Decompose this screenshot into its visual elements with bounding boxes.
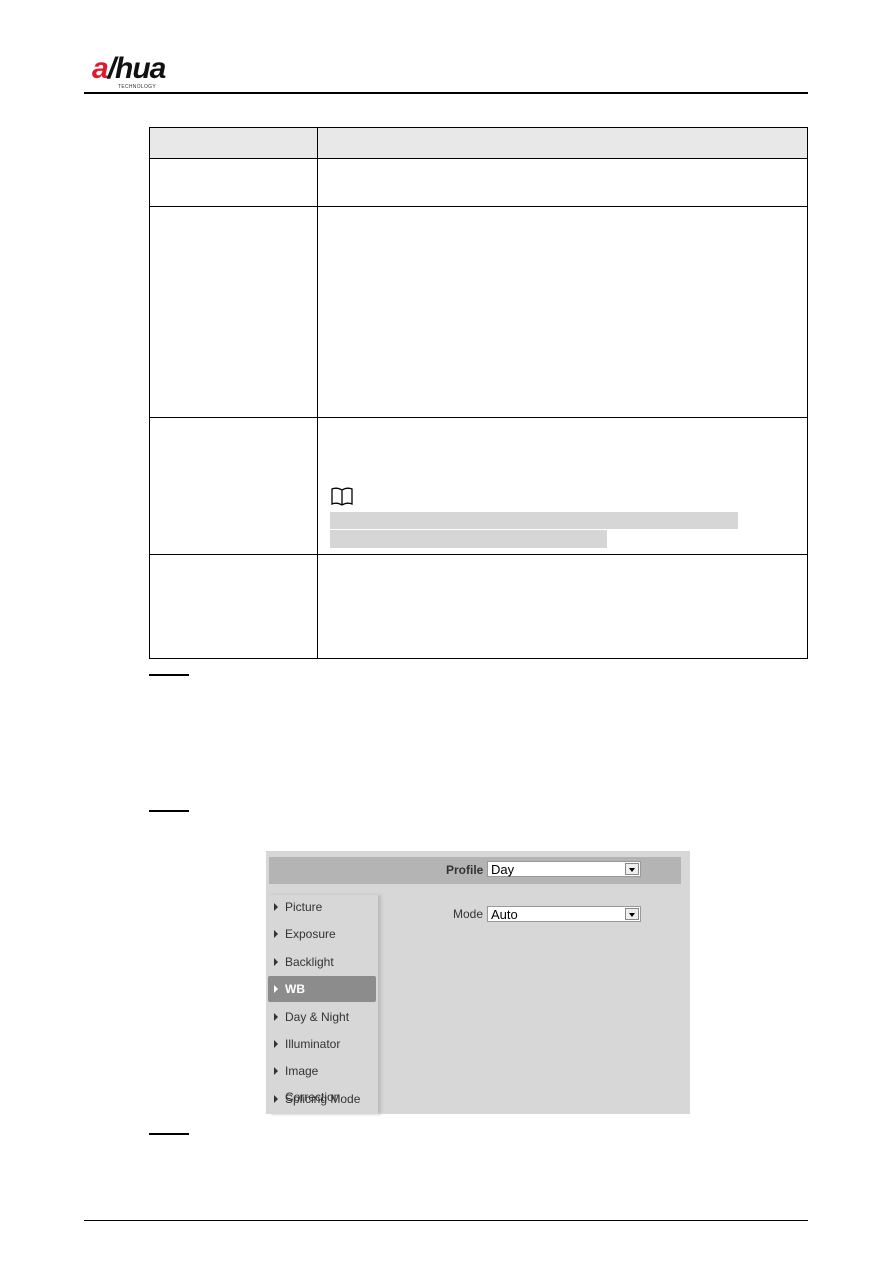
- triangle-right-icon: [274, 930, 278, 939]
- triangle-right-icon: [274, 1094, 278, 1103]
- triangle-right-icon: [274, 1067, 278, 1076]
- step-label-underline: [149, 1133, 189, 1135]
- triangle-right-icon: [274, 903, 278, 911]
- menu-item-picture[interactable]: Picture: [268, 894, 376, 920]
- triangle-right-icon: [274, 985, 278, 994]
- table-row: [149, 206, 808, 418]
- table-header-row: [149, 127, 808, 159]
- menu-item-day-night[interactable]: Day & Night: [268, 1004, 376, 1030]
- chevron-down-icon[interactable]: [625, 908, 639, 920]
- note-highlight: [330, 512, 738, 529]
- menu-item-image-correction[interactable]: Image Correction: [268, 1058, 376, 1104]
- document-page: a/hua TECHNOLOGY Profile Day Mode Auto P…: [0, 0, 893, 1263]
- step-label-underline: [149, 674, 189, 676]
- triangle-right-icon: [274, 1012, 278, 1021]
- menu-item-exposure[interactable]: Exposure: [268, 921, 376, 947]
- menu-item-splicing-mode[interactable]: Splicing Mode: [268, 1086, 376, 1112]
- step-label-underline: [149, 810, 189, 812]
- settings-menu: Picture Exposure Backlight WB Day & Night Ill…: [268, 895, 378, 1114]
- table-row: [149, 158, 808, 207]
- note-highlight: [330, 530, 607, 548]
- triangle-right-icon: [274, 957, 278, 966]
- menu-item-backlight[interactable]: Backlight: [268, 949, 376, 975]
- table-row: [149, 554, 808, 659]
- header-divider: [84, 92, 808, 94]
- profile-label: Profile: [446, 863, 484, 877]
- menu-item-illuminator[interactable]: Illuminator: [268, 1031, 376, 1057]
- triangle-right-icon: [274, 1040, 278, 1048]
- parameter-table: [149, 127, 808, 659]
- profile-select[interactable]: Day: [487, 861, 641, 877]
- menu-item-wb[interactable]: WB: [268, 976, 376, 1003]
- footer-divider: [84, 1220, 808, 1221]
- dahua-logo: a/hua TECHNOLOGY: [92, 52, 166, 90]
- mode-select[interactable]: Auto: [487, 906, 641, 922]
- book-note-icon: [331, 487, 353, 506]
- wb-settings-screenshot: Profile Day Mode Auto Picture Exposure Bac…: [266, 851, 690, 1114]
- chevron-down-icon[interactable]: [625, 863, 639, 875]
- mode-label: Mode: [453, 907, 484, 921]
